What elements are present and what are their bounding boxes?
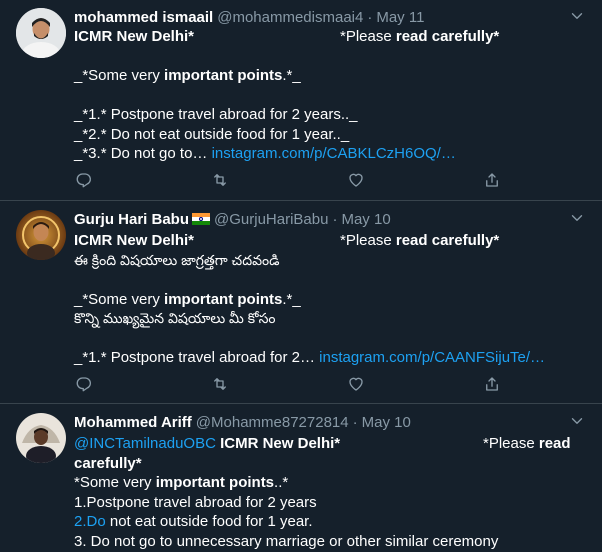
text-segment: ICMR New Delhi* (74, 28, 195, 45)
display-name[interactable]: mohammed ismaail (74, 9, 213, 26)
text-segment: *Some very (74, 474, 156, 491)
text-segment: ICMR New Delhi* (74, 232, 195, 249)
heart-icon[interactable] (346, 170, 366, 190)
text-line: _*2.* Do not eat outside food for 1 year… (74, 125, 350, 143)
text-segment: read carefully* (395, 28, 500, 45)
heart-icon[interactable] (346, 374, 366, 394)
chevron-down-icon[interactable] (568, 7, 586, 25)
user-handle[interactable]: @mohammedismaai4 (217, 9, 363, 26)
tweet-header: Mohammed Ariff @Mohamme87272814 · May 10 (74, 412, 586, 432)
avatar[interactable] (16, 210, 66, 260)
text-segment: read carefully* (395, 232, 500, 249)
link-2do[interactable]: 2.Do (74, 513, 106, 530)
text-line: కొన్ని ముఖ్యమైన విషయాలు మీ కోసం (74, 310, 276, 326)
text-segment: ..* (274, 474, 289, 491)
tweet[interactable]: mohammed ismaail @mohammedismaai4 · May … (0, 0, 602, 201)
india-flag-icon (192, 213, 211, 225)
reply-icon[interactable] (74, 374, 94, 394)
tweet-actions (74, 374, 502, 394)
separator-dot: · (367, 8, 373, 26)
text-segment: ICMR New Delhi* (215, 435, 341, 452)
tweet-text: @INCTamilnaduOBC ICMR New Delhi* *Please… (74, 434, 594, 551)
tweet-text: ICMR New Delhi* *Please read carefully* … (74, 27, 594, 164)
tweet-date[interactable]: May 11 (376, 9, 424, 26)
tweet-header: mohammed ismaail @mohammedismaai4 · May … (74, 7, 586, 27)
text-line: carefully* (74, 454, 142, 472)
text-segment: _*Some very (74, 67, 165, 84)
text-segment: .*_ (282, 67, 301, 84)
text-segment: *Please (340, 28, 396, 45)
chevron-down-icon[interactable] (568, 412, 586, 430)
display-name[interactable]: Mohammed Ariff (74, 414, 192, 431)
tweet-date[interactable]: May 10 (341, 211, 390, 228)
avatar[interactable] (16, 413, 66, 463)
text-segment: *Please (340, 232, 396, 249)
tweet[interactable]: Gurju Hari Babu @GurjuHariBabu · May 10 … (0, 202, 602, 404)
text-line: 1.Postpone travel abroad for 2 years (74, 493, 317, 511)
text-line: _*1.* Postpone travel abroad for 2 years… (74, 106, 358, 123)
user-handle[interactable]: @GurjuHariBabu (214, 211, 328, 228)
instagram-link[interactable]: instagram.com/p/CAANFSijuTe/… (319, 349, 545, 366)
tweet-header: Gurju Hari Babu @GurjuHariBabu · May 10 (74, 209, 586, 229)
share-icon[interactable] (482, 374, 502, 394)
text-line: ఈ క్రింది విషయాలు జాగ్రత్తగా చదవండి (74, 251, 280, 268)
share-icon[interactable] (482, 170, 502, 190)
text-segment: important points (164, 290, 283, 308)
text-segment: read (538, 435, 571, 452)
text-segment: *Please (483, 435, 539, 452)
display-name[interactable]: Gurju Hari Babu (74, 211, 189, 228)
retweet-icon[interactable] (210, 374, 230, 394)
avatar[interactable] (16, 8, 66, 58)
text-segment: _*Some very (74, 290, 165, 308)
text-segment: not eat outside food for 1 year. (105, 513, 313, 530)
chevron-down-icon[interactable] (568, 209, 586, 227)
text-segment: important points (155, 474, 275, 491)
instagram-link[interactable]: instagram.com/p/CABKLCzH6OQ/… (212, 145, 456, 162)
tweet[interactable]: Mohammed Ariff @Mohamme87272814 · May 10… (0, 405, 602, 552)
text-segment: _*3.* Do not go to… (74, 145, 212, 162)
tweet-text: ICMR New Delhi* *Please read carefully* … (74, 231, 594, 368)
mention-link[interactable]: @INCTamilnaduOBC (74, 435, 216, 452)
text-segment: _*1.* Postpone travel abroad for 2… (74, 349, 320, 366)
text-segment: important points (164, 67, 283, 84)
tweet-actions (74, 170, 502, 190)
text-line: 3. Do not go to unnecessary marriage or … (74, 532, 499, 550)
reply-icon[interactable] (74, 170, 94, 190)
tweet-date[interactable]: May 10 (362, 414, 411, 431)
text-segment: .*_ (282, 290, 301, 308)
separator-dot: · (332, 210, 338, 228)
user-handle[interactable]: @Mohamme87272814 (196, 414, 349, 431)
retweet-icon[interactable] (210, 170, 230, 190)
separator-dot: · (352, 413, 358, 431)
